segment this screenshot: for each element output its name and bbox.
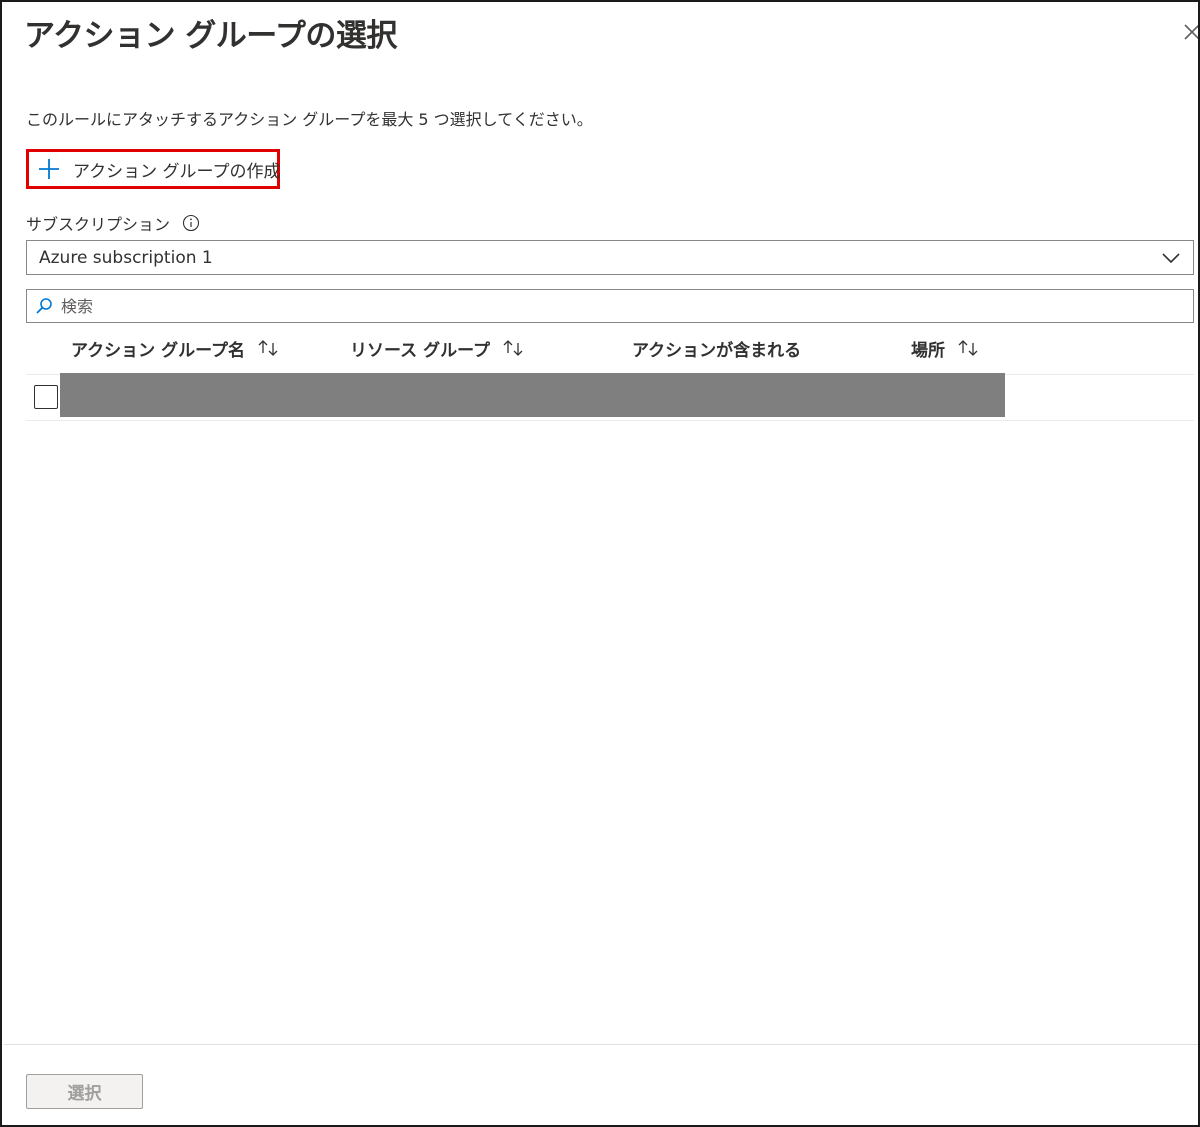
column-header-actions-included: アクションが含まれる <box>632 335 801 361</box>
select-button[interactable]: 選択 <box>26 1074 143 1109</box>
table-row-divider <box>26 420 1194 421</box>
column-header-resource-group[interactable]: リソース グループ <box>350 335 526 361</box>
redacted-row-content <box>60 373 1005 417</box>
search-box[interactable] <box>26 289 1194 323</box>
column-header-label: アクション グループ名 <box>71 340 246 361</box>
column-header-location[interactable]: 場所 <box>911 335 981 361</box>
subscription-label: サブスクリプション <box>26 215 171 234</box>
subscription-selected-value: Azure subscription 1 <box>39 247 213 268</box>
subscription-dropdown[interactable]: Azure subscription 1 <box>26 240 1194 275</box>
search-input[interactable] <box>61 292 1193 320</box>
page-title: アクション グループの選択 <box>24 18 397 54</box>
column-header-label: アクションが含まれる <box>632 340 802 361</box>
footer-divider <box>4 1044 1198 1045</box>
close-button[interactable] <box>1180 20 1198 44</box>
search-icon <box>36 298 52 314</box>
create-action-group-button[interactable]: アクション グループの作成 <box>26 149 281 189</box>
sort-icon <box>258 340 278 356</box>
column-header-label: 場所 <box>911 340 945 361</box>
chevron-down-icon <box>1162 253 1180 264</box>
info-icon[interactable] <box>182 214 200 232</box>
close-icon <box>1184 24 1198 40</box>
action-group-select-panel: アクション グループの選択 このルールにアタッチするアクション グループを最大 … <box>0 0 1200 1127</box>
sort-icon <box>503 340 523 356</box>
sort-icon <box>958 340 978 356</box>
description-text: このルールにアタッチするアクション グループを最大 5 つ選択してください。 <box>26 110 593 129</box>
column-header-label: リソース グループ <box>350 340 491 361</box>
create-action-group-label: アクション グループの作成 <box>73 161 281 182</box>
subscription-label-row: サブスクリプション <box>26 211 200 235</box>
row-checkbox[interactable] <box>34 385 58 409</box>
plus-icon <box>39 159 59 179</box>
column-header-action-group-name[interactable]: アクション グループ名 <box>71 335 281 361</box>
